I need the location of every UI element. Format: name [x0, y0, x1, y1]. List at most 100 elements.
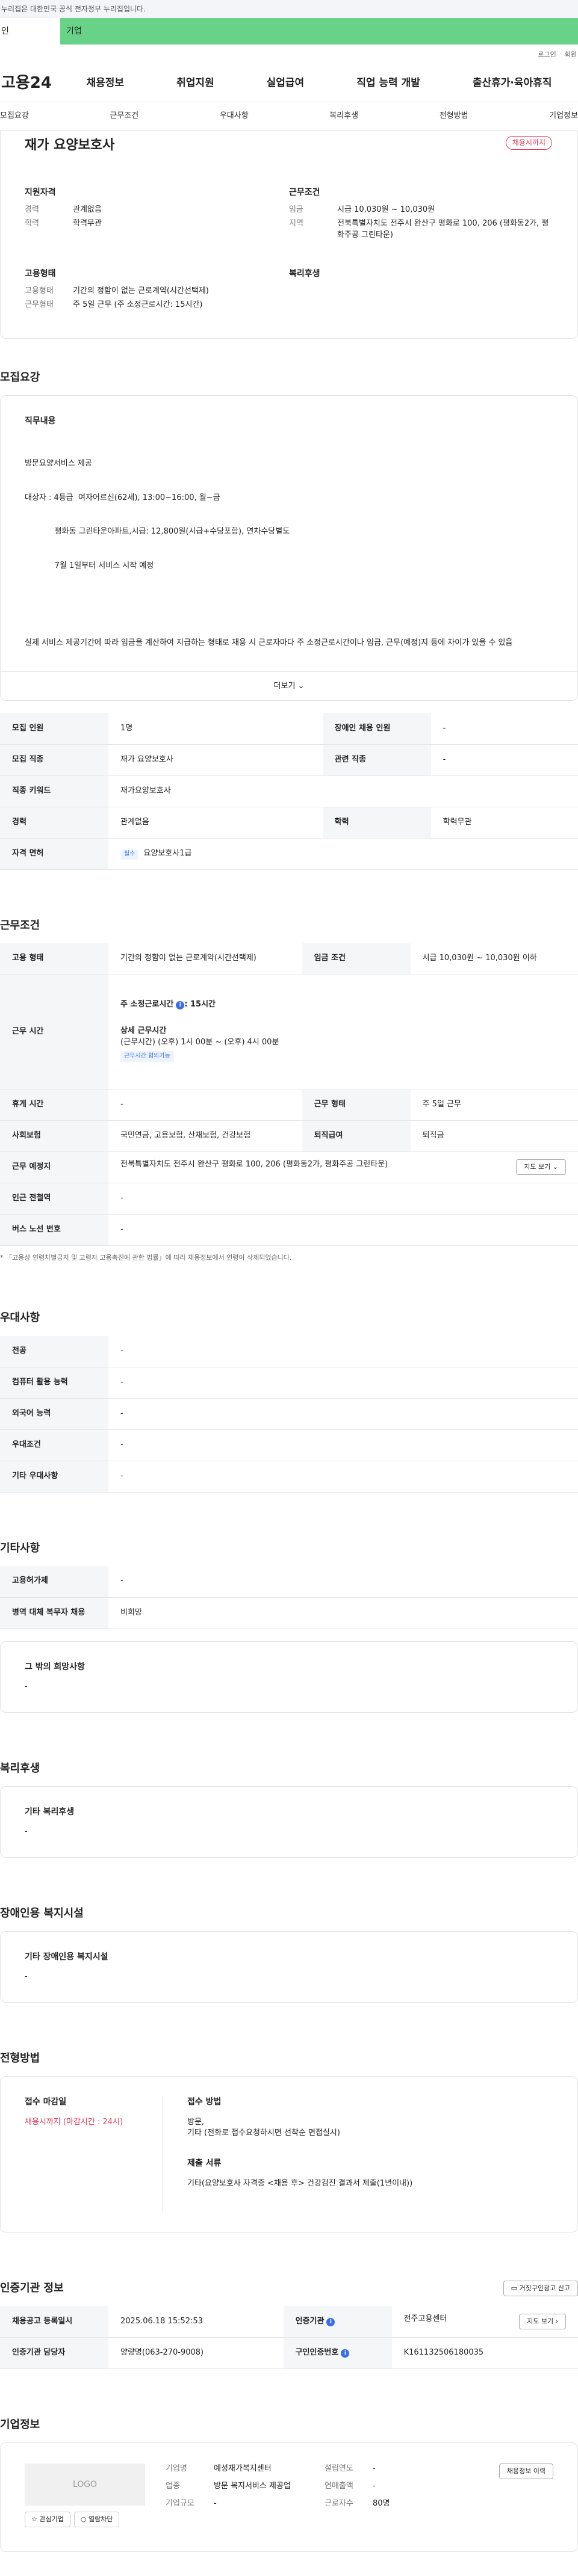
- table-row: 전공 -: [0, 1336, 578, 1368]
- more-button[interactable]: 더보기 ⌄: [1, 671, 577, 700]
- info-icon[interactable]: i: [176, 1000, 185, 1009]
- company-section-title: 기업정보: [0, 2418, 40, 2431]
- kv-key: 기업명: [166, 2464, 187, 2474]
- table-cell: 2025.06.18 15:52:53: [108, 2306, 284, 2338]
- gnb-item-vocational-training[interactable]: 직업 능력 개발: [356, 76, 420, 91]
- table-cell: K161132506180035: [391, 2337, 578, 2369]
- tab-preferences[interactable]: 우대사항: [220, 111, 249, 122]
- documents-value: 기타(요양보호사 자격증 <채용 후> 건강검진 결과서 제출(1년이내)): [187, 2178, 413, 2188]
- hours-negotiable-tag: 근무시간 협의가능: [120, 1051, 174, 1062]
- tab-conditions[interactable]: 근무조건: [110, 111, 138, 122]
- method-value: 방문,: [187, 2117, 205, 2127]
- other-wishes-value: -: [25, 1681, 28, 1691]
- table-cell: 시급 10,030원 ~ 10,030원 이하: [410, 943, 578, 975]
- recruit-history-button[interactable]: 채용정보 이력: [499, 2464, 553, 2479]
- kv-key: 설립연도: [325, 2464, 353, 2474]
- method-value-2: 기타 (전화로 접수요청하시면 선착순 면접실시): [187, 2128, 340, 2138]
- tab-recruit[interactable]: 모집요강: [0, 111, 29, 122]
- job-line: 방문요양서비스 제공: [25, 459, 92, 469]
- table-row: 인증기관 담당자 양량명(063-270-9008) 구인인증번호 i K1611325…: [0, 2337, 578, 2369]
- table-header-cell: 직종 키워드: [0, 775, 108, 807]
- weekly-hours-value: : 15시간: [184, 999, 216, 1009]
- kv-value: 학력무관: [73, 219, 102, 229]
- disability-value: -: [25, 1972, 28, 1982]
- table-header-cell: 채용공고 등록일시: [0, 2306, 108, 2338]
- employment-block: 고용형태 고용형태 기간의 정함이 없는 근로계약(시간선택제) 근무형태 주 5일…: [25, 268, 289, 313]
- gnb-item-parental-leave[interactable]: 출산휴가·육아휴직: [473, 76, 552, 91]
- section-tabs: 모집요강 근무조건 우대사항 복리후생 전형방법 기업정보: [0, 102, 578, 131]
- table-row: 버스 노선 번호 -: [0, 1214, 578, 1246]
- site-logo[interactable]: 고용24: [0, 72, 60, 95]
- hours-detail-title: 상세 근무시간: [120, 1026, 167, 1036]
- table-header-cell: 근무 시간: [0, 975, 108, 1089]
- kv-value: 예성재가복지센터: [214, 2464, 272, 2474]
- table-cell: 필수 요양보호사1급: [108, 838, 578, 870]
- weekly-hours-label: 주 소정근로시간: [120, 999, 174, 1009]
- kv-value: 전북특별자치도 전주시 완산구 평화로 100, 206 (평화동2가, 평화주…: [337, 219, 549, 239]
- map-button[interactable]: 지도 보기 ⌄: [516, 1159, 566, 1175]
- method-block: 접수 방법 방문, 기타 (전화로 접수요청하시면 선착순 면접실시) 제출 서…: [187, 2096, 412, 2213]
- kv-value: -: [373, 2464, 376, 2474]
- gnb-menu: 채용정보 취업지원 실업급여 직업 능력 개발 출산휴가·육아휴직: [60, 76, 578, 91]
- work-title: 근무조건: [289, 187, 320, 197]
- cert-section-title: 인증기관 정보: [0, 2282, 64, 2295]
- license-value: 요양보호사1급: [143, 849, 192, 858]
- kv-key: 근로자수: [325, 2498, 353, 2508]
- table-cell: 학력무관: [430, 807, 578, 839]
- kv-key: 기업규모: [166, 2498, 194, 2508]
- table-row: 고용허가제 -: [0, 1566, 578, 1598]
- welfare-block: 복리후생: [289, 268, 553, 313]
- table-cell: -: [108, 1566, 578, 1598]
- tab-company[interactable]: 기업정보: [549, 111, 578, 122]
- table-row: 자격 면허 필수 요양보호사1급: [0, 838, 578, 870]
- cert-org-value: 전주고용센터: [403, 2314, 447, 2324]
- gnb-item-jobs[interactable]: 채용정보: [87, 76, 125, 91]
- job-line: [25, 594, 553, 615]
- table-header-cell: 전공: [0, 1336, 108, 1368]
- tab-selection[interactable]: 전형방법: [440, 111, 468, 122]
- map-button[interactable]: 지도 보기 ›: [519, 2314, 566, 2330]
- table-header-cell: 장애인 채용 인원: [322, 713, 431, 745]
- user-type-tabs: 인 기업: [0, 18, 578, 45]
- table-cell: 재가 요양보호사: [108, 744, 323, 776]
- tab-individual[interactable]: 인: [0, 18, 60, 45]
- table-cell: 주 소정근로시간 i: 15시간 상세 근무시간 (근무시간) (오후) 1시 0…: [108, 975, 578, 1089]
- tab-welfare[interactable]: 복리후생: [329, 111, 358, 122]
- info-icon[interactable]: i: [341, 2349, 350, 2358]
- table-row: 모집 직종 재가 요양보호사 관련 직종 -: [0, 744, 578, 776]
- table-cell: 기간의 정함이 없는 근로계약(시간선택제): [108, 943, 302, 975]
- selection-section-title: 전형방법: [0, 2052, 40, 2065]
- info-icon[interactable]: i: [326, 2317, 335, 2326]
- report-fake-ad-button[interactable]: ▭ 거짓구인광고 신고: [503, 2281, 578, 2297]
- other-wishes-title: 그 밖의 희망사항: [25, 1662, 85, 1672]
- cert-table: 채용공고 등록일시 2025.06.18 15:52:53 인증기관 i 전주고용센터 지…: [0, 2306, 578, 2369]
- favorite-company-button[interactable]: ☆ 관심기업: [25, 2512, 70, 2527]
- table-header-cell: 모집 인원: [0, 713, 108, 745]
- kv-key: 근무형태: [25, 300, 54, 309]
- table-cell: 1명: [108, 713, 323, 745]
- table-header-cell: 사회보험: [0, 1120, 108, 1152]
- age-notice: * 「고용상 연령차별금지 및 고령자 고용촉진에 관한 법률」에 따라 채용정…: [0, 1253, 292, 1262]
- signup-link[interactable]: 회원: [565, 50, 577, 60]
- login-link[interactable]: 로그인: [538, 50, 556, 60]
- welfare-title: 복리후생: [289, 268, 320, 279]
- tab-company[interactable]: 기업: [60, 18, 578, 45]
- kv-value: 기간의 정함이 없는 근로계약(시간선택제): [73, 286, 209, 296]
- table-header-cell: 임금 조건: [302, 943, 411, 975]
- gnb-item-unemployment-benefit[interactable]: 실업급여: [267, 76, 305, 91]
- table-row: 사회보험 국민연금, 고용보험, 산재보험, 건강보험 퇴직급여 퇴직금: [0, 1120, 578, 1152]
- kv-value: 80명: [373, 2498, 390, 2508]
- table-cell: -: [108, 1089, 302, 1121]
- disability-sub-title: 기타 장애인용 복지시설: [25, 1952, 108, 1962]
- table-row: 우대조건 -: [0, 1429, 578, 1462]
- block-view-button[interactable]: ○ 열람차단: [73, 2512, 120, 2527]
- other-wishes-box: 그 밖의 희망사항 -: [0, 1641, 578, 1713]
- table-header-cell: 구인인증번호 i: [283, 2337, 392, 2369]
- table-header-cell: 인근 전철역: [0, 1183, 108, 1215]
- gnb-item-employment-support[interactable]: 취업지원: [176, 76, 214, 91]
- documents-title: 제출 서류: [187, 2158, 222, 2169]
- table-cell: 주 5일 근무: [410, 1089, 578, 1121]
- table-cell: -: [108, 1367, 578, 1399]
- table-header-cell: 병역 대체 복무자 채용: [0, 1597, 108, 1629]
- kv-key: 업종: [166, 2481, 180, 2491]
